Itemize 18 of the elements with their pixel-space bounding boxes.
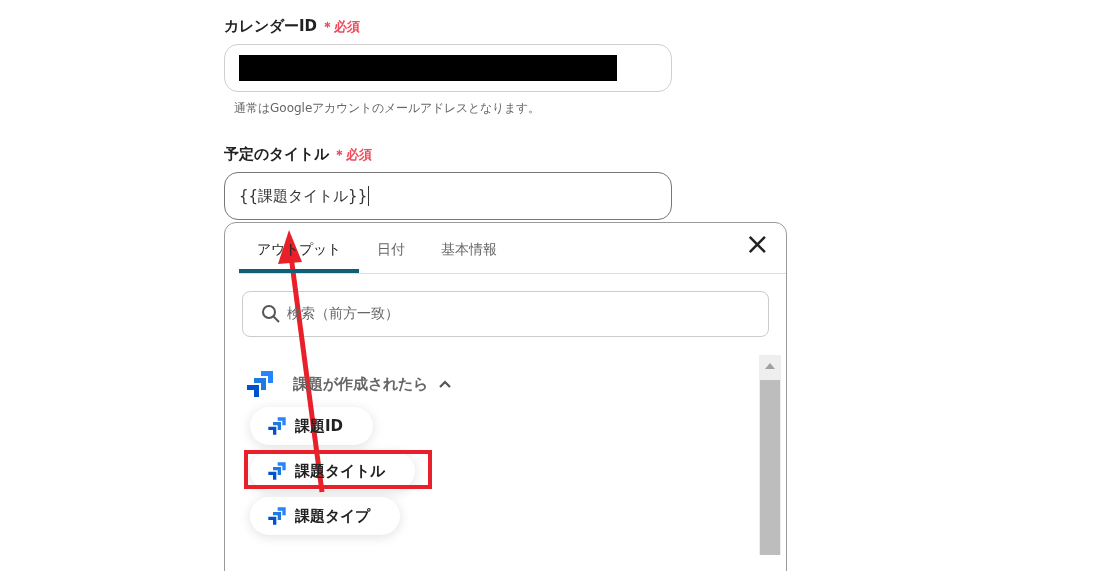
required-mark: ＊必須: [333, 146, 372, 164]
field-label: カレンダーID: [224, 17, 318, 36]
field-label: 予定のタイトル: [224, 145, 329, 164]
close-button[interactable]: ×: [744, 229, 770, 259]
search-icon: [261, 304, 281, 324]
tab[interactable]: 日付: [359, 241, 423, 273]
scrollbar[interactable]: [759, 355, 781, 555]
app-logo-icon: [267, 416, 287, 436]
output-chip[interactable]: 課題タイプ: [250, 497, 400, 535]
input-field[interactable]: [224, 44, 672, 92]
chevron-icon[interactable]: [438, 379, 452, 389]
app-logo-icon: [245, 369, 275, 399]
app-logo-icon: [267, 461, 287, 481]
required-mark: ＊必須: [321, 18, 361, 36]
help-text: 通常はGoogleアカウントのメールアドレスとなります。: [234, 100, 542, 117]
app-logo-icon: [267, 506, 287, 526]
input-field[interactable]: {{課題タイトル}}: [224, 172, 672, 220]
tab[interactable]: 基本情報: [423, 241, 515, 273]
